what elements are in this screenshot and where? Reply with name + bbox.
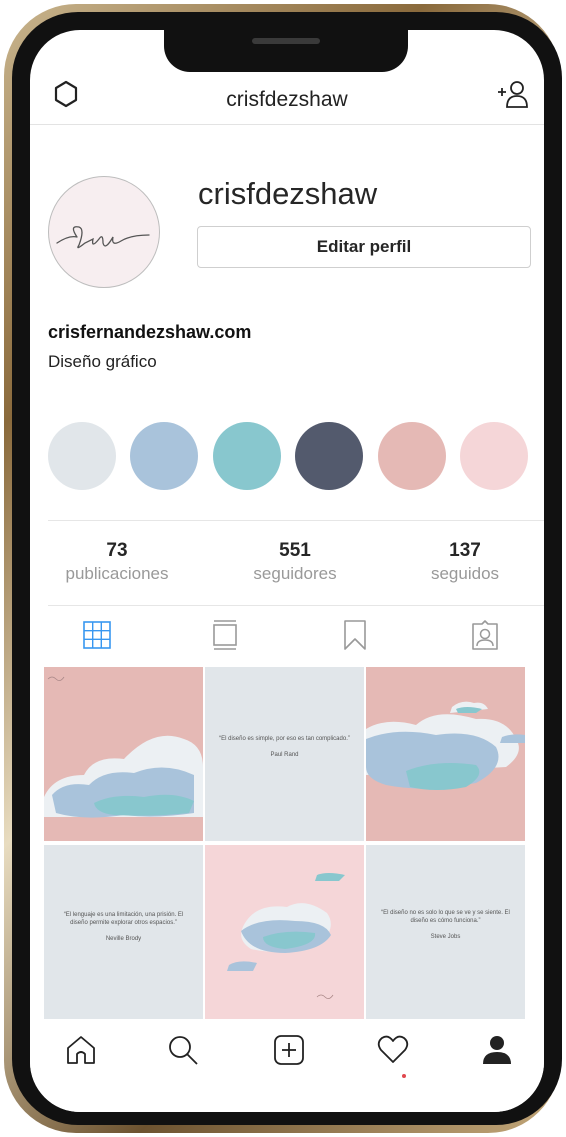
highlight-1[interactable]: [48, 422, 116, 490]
profile-tabs: [30, 605, 544, 667]
post-tile[interactable]: “El diseño no es solo lo que se ve y se …: [366, 845, 525, 1019]
stat-posts-label: publicaciones: [65, 564, 169, 583]
stat-followers-label: seguidores: [253, 564, 337, 583]
home-indicator: [30, 1079, 544, 1112]
profile-icon[interactable]: [480, 1033, 514, 1067]
phone-screen: crisfdezshaw crisfdezshaw Editar perfil …: [30, 30, 544, 1112]
new-post-icon[interactable]: [272, 1033, 306, 1067]
search-icon[interactable]: [166, 1033, 200, 1067]
post-quote-text: “El diseño no es solo lo que se ve y se …: [381, 910, 510, 924]
post-quote-author: Neville Brody: [105, 936, 142, 942]
feed-icon[interactable]: [210, 619, 240, 651]
top-bar: crisfdezshaw: [30, 72, 544, 125]
profile-name: crisfdezshaw: [198, 176, 378, 211]
phone-notch: [164, 30, 408, 72]
divider: [48, 520, 544, 521]
highlight-2[interactable]: [130, 422, 198, 490]
avatar-logo: [56, 226, 150, 249]
stat-followers[interactable]: 551 seguidores: [220, 540, 370, 584]
website-link[interactable]: crisfernandezshaw.com: [48, 322, 251, 343]
notification-dot: [402, 1074, 406, 1078]
post-tile[interactable]: [205, 845, 364, 1019]
post-quote-author: Paul Rand: [270, 752, 299, 758]
home-icon[interactable]: [64, 1033, 98, 1067]
bio-text: Diseño gráfico: [48, 352, 157, 371]
stat-posts-value: 73: [106, 540, 128, 561]
bottom-nav: [30, 1021, 544, 1079]
tagged-icon[interactable]: [470, 619, 500, 651]
stat-posts[interactable]: 73 publicaciones: [42, 540, 192, 584]
highlight-5[interactable]: [378, 422, 446, 490]
add-person-icon[interactable]: [496, 78, 530, 110]
stat-following[interactable]: 137 seguidos: [390, 540, 540, 584]
post-quote: “El lenguaje es una limitación, una pris…: [56, 911, 191, 943]
saved-icon[interactable]: [340, 619, 370, 651]
highlight-6[interactable]: [460, 422, 528, 490]
cloud-illustration: [44, 676, 203, 818]
post-quote-author: Steve Jobs: [430, 934, 461, 940]
post-quote-text: “El lenguaje es una limitación, una pris…: [63, 912, 184, 926]
speaker: [252, 38, 320, 44]
grid-icon[interactable]: [82, 619, 112, 651]
highlight-3[interactable]: [213, 422, 281, 490]
heart-icon[interactable]: [376, 1033, 410, 1067]
post-quote: “El diseño es simple, por eso es tan com…: [217, 735, 352, 759]
edit-profile-button[interactable]: Editar perfil: [197, 226, 531, 268]
posts-grid: “El diseño es simple, por eso es tan com…: [44, 667, 544, 1021]
stat-following-label: seguidos: [430, 564, 500, 583]
cloud-illustration: [227, 873, 345, 999]
cloud-illustration: [366, 701, 525, 790]
stat-followers-value: 551: [279, 540, 311, 561]
post-tile[interactable]: [44, 667, 203, 841]
avatar[interactable]: [48, 176, 160, 288]
post-tile[interactable]: “El lenguaje es una limitación, una pris…: [44, 845, 203, 1019]
post-tile[interactable]: [366, 667, 525, 841]
highlights-row: [48, 422, 544, 492]
post-tile[interactable]: “El diseño es simple, por eso es tan com…: [205, 667, 364, 841]
stat-following-value: 137: [449, 540, 481, 561]
highlight-4[interactable]: [295, 422, 363, 490]
post-quote-text: “El diseño es simple, por eso es tan com…: [219, 736, 350, 742]
header-username: crisfdezshaw: [226, 88, 348, 111]
post-quote: “El diseño no es solo lo que se ve y se …: [378, 909, 513, 941]
